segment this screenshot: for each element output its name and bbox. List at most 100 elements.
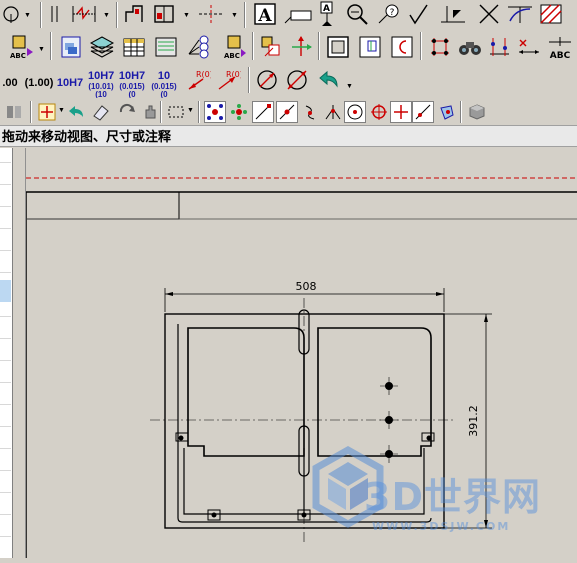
select-filter-icon[interactable] [36, 101, 58, 123]
watermark-brand: 3D世界网 [364, 475, 541, 519]
dropdown-arrow-icon[interactable]: ▼ [346, 83, 353, 90]
fillet-arc-icon[interactable] [505, 2, 535, 26]
separator [248, 67, 250, 93]
solid-body-icon[interactable] [466, 101, 488, 123]
note-text-icon[interactable]: A [252, 1, 278, 27]
snap-endpoint-icon[interactable] [252, 101, 274, 123]
tol-label: 10H7 [118, 70, 146, 82]
align-axis-icon[interactable] [288, 33, 314, 61]
zoom-icon[interactable] [344, 2, 370, 26]
status-message: 拖动来移动视图、尺寸或注释 [2, 129, 172, 144]
hole-table-icon[interactable] [152, 33, 180, 61]
separator [252, 32, 254, 60]
toolbar-row-2: ABC ▼ ABC ABC [0, 30, 577, 63]
toolbar-row-4: ▼ ▼ [0, 98, 577, 125]
tolerance-deviation-button[interactable]: 10 (0.015) (0 [150, 67, 178, 99]
panel-divider[interactable] [13, 148, 26, 558]
auto-dimension-icon[interactable]: ABC [4, 33, 36, 61]
hatch-zigzag-icon[interactable] [70, 2, 98, 26]
snap-center-icon[interactable] [344, 101, 366, 123]
snap-point-icon[interactable] [390, 101, 412, 123]
dropdown-arrow-icon[interactable]: ▼ [183, 12, 190, 19]
question-glyph: ? [390, 8, 395, 18]
crop-view-icon[interactable] [324, 33, 352, 61]
width-dim-text: 508 [296, 280, 317, 293]
balloon-question-icon[interactable]: ? [376, 2, 402, 26]
radius-dim-2-icon[interactable]: R(0) [214, 66, 242, 94]
layer-stack-icon[interactable] [88, 33, 116, 61]
section-frame-icon[interactable] [150, 2, 180, 26]
navigator-selected-row[interactable] [0, 280, 11, 302]
snap-quadrant-icon[interactable] [368, 101, 390, 123]
width-dimension[interactable]: 508 [164, 280, 445, 312]
snap-on-curve-icon[interactable] [412, 101, 434, 123]
datum-A-glyph: A [323, 4, 330, 14]
move-view-icon[interactable] [258, 33, 284, 61]
tol-label: 10 [157, 70, 171, 82]
centerline-cross-icon[interactable] [196, 2, 226, 26]
refresh-icon[interactable] [116, 101, 138, 123]
text-style-icon[interactable]: ABC [544, 33, 576, 61]
eraser-icon[interactable] [90, 101, 112, 123]
tolerance-basic-button[interactable]: .00 [0, 74, 20, 90]
separator [318, 32, 320, 60]
tolerance-fit-deviation-button[interactable]: 10H7 (0.015) (0 [118, 67, 146, 99]
auto-annotate-icon[interactable]: ABC [218, 33, 248, 61]
drawing-canvas[interactable]: 508 391.2 3D世界网 WWW.3DSJW.COM [25, 148, 577, 558]
diameter-dim-2-icon[interactable] [284, 67, 310, 93]
separator [244, 2, 246, 28]
datum-target-icon[interactable]: A [316, 0, 338, 28]
box-select-icon[interactable] [166, 101, 186, 123]
step-profile-icon[interactable] [122, 2, 146, 26]
radius-dim-icon[interactable]: R(0) [184, 66, 212, 94]
snap-all-icon[interactable] [204, 101, 226, 123]
snap-intersect-icon[interactable] [322, 101, 344, 123]
grid-points-icon[interactable] [426, 33, 454, 61]
weld-symbol-icon[interactable] [438, 1, 470, 27]
tol-label: 10H7 [88, 70, 115, 82]
balloon-list-icon[interactable] [184, 33, 214, 61]
separator [420, 32, 422, 60]
view-layout-icon[interactable] [56, 33, 84, 61]
snap-filter-icon[interactable] [4, 101, 26, 123]
tolerance-fit-limits-button[interactable]: 10H7 (10.01) (10 [88, 67, 114, 99]
toolbar-row-3: .00 (1.00) 10H7 10H7 (10.01) (10 10H7 (0… [0, 63, 577, 99]
abc-glyph: ABC [10, 52, 26, 60]
detail-view-icon[interactable] [388, 33, 416, 61]
dimension-x-icon[interactable] [516, 33, 542, 61]
part-navigator-panel[interactable] [0, 148, 13, 558]
circle-center-icon[interactable] [0, 2, 22, 26]
hand-pan-icon[interactable] [140, 101, 162, 123]
snap-midpoint-icon[interactable] [276, 101, 298, 123]
dropdown-arrow-icon[interactable]: ▼ [58, 107, 65, 114]
area-hatch-icon[interactable] [538, 2, 564, 26]
balloon-leader-icon[interactable] [282, 2, 314, 26]
snap-grid-icon[interactable] [228, 101, 250, 123]
height-dim-text: 391.2 [467, 405, 480, 437]
surface-finish-icon[interactable] [406, 2, 434, 26]
dropdown-arrow-icon[interactable]: ▼ [38, 46, 45, 53]
tolerance-reference-button[interactable]: (1.00) [24, 74, 54, 90]
undo-arrow-icon[interactable] [316, 67, 342, 93]
ordinate-dim-icon[interactable] [486, 33, 514, 61]
dropdown-arrow-icon[interactable]: ▼ [231, 12, 238, 19]
tol-label: .00 [2, 77, 18, 89]
separator [116, 2, 118, 28]
back-arrow-icon[interactable] [66, 101, 86, 123]
tol-label: (1.00) [24, 77, 54, 89]
snap-control-icon[interactable] [300, 101, 322, 123]
radius-glyph: R(0) [196, 70, 211, 79]
separator [460, 101, 462, 123]
diameter-dim-icon[interactable] [254, 67, 280, 93]
dropdown-arrow-icon[interactable]: ▼ [103, 12, 110, 19]
broken-view-icon[interactable] [356, 33, 384, 61]
vertical-lines-icon[interactable] [48, 2, 62, 26]
binoculars-icon[interactable] [456, 33, 484, 61]
tolerance-fit-button[interactable]: 10H7 [56, 74, 84, 90]
snap-face-icon[interactable] [436, 101, 458, 123]
delete-cross-icon[interactable] [476, 2, 502, 26]
separator [198, 101, 200, 123]
table-grid-icon[interactable] [120, 33, 148, 61]
dropdown-arrow-icon[interactable]: ▼ [24, 12, 31, 19]
dropdown-arrow-icon[interactable]: ▼ [187, 107, 194, 114]
